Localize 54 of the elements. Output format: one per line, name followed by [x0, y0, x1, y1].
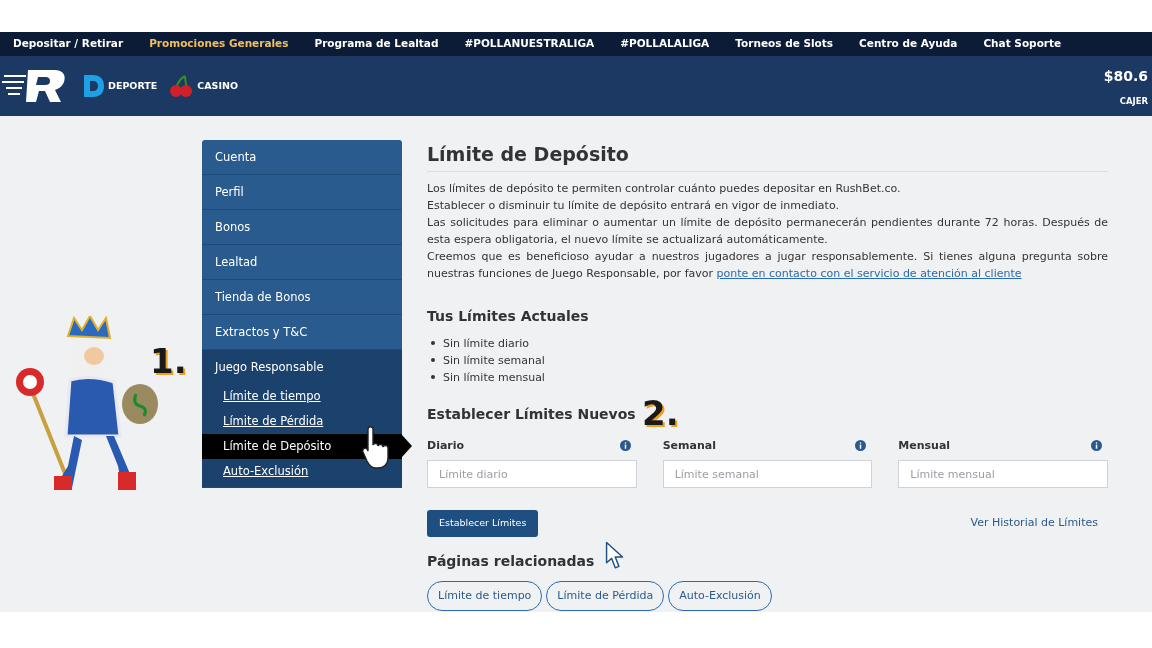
nav-link[interactable]: Torneos de Slots [735, 36, 834, 52]
nav-link[interactable]: Chat Soporte [983, 36, 1062, 52]
history-link[interactable]: Ver Historial de Límites [970, 515, 1098, 532]
sidebar-item[interactable]: Tienda de Bonos [202, 280, 402, 314]
limit-status: Sin límite mensual [443, 369, 545, 386]
section-heading: Páginas relacionadas [427, 552, 595, 571]
sidebar-item[interactable]: Extractos y T&C [202, 315, 402, 349]
cashier-link[interactable]: CAJER [1119, 95, 1148, 108]
sidebar-subitem[interactable]: Límite de Pérdida [202, 409, 402, 434]
product-link[interactable]: CASINO [169, 74, 238, 98]
nav-link[interactable]: Programa de Lealtad [314, 36, 439, 52]
sidebar-subitem[interactable]: Límite de tiempo [202, 384, 402, 409]
nav-link[interactable]: Depositar / Retirar [13, 36, 124, 52]
sidebar-item[interactable]: Bonos [202, 210, 402, 244]
bullet-icon [431, 375, 435, 379]
bullet-icon [431, 341, 435, 345]
limit-status: Sin límite semanal [443, 352, 545, 369]
info-icon[interactable] [855, 440, 867, 452]
field-label: Semanal [662, 437, 716, 454]
logo-icon [2, 68, 68, 104]
description-text: Creemos que es beneficioso ayudar a nuestros jugadores a jugar responsablemente. Si tienes alguna pregunta sobre nuestras funciones de Juego Responsable, por favor ponte en contacto con el servicio de atención al cliente [427, 248, 1108, 282]
limit-status: Sin límite diario [443, 335, 530, 352]
description-text: Las solicitudes para eliminar o aumentar un límite de depósito permanecerán pendientes durante 72 horas. Después de esta espera obligatoria, el nuevo límite se actualizará automáticamente. [427, 214, 1108, 248]
nav-link[interactable]: #POLLALALIGA [620, 36, 710, 52]
set-limits-button[interactable]: Establecer Límites [427, 510, 539, 537]
sidebar-item[interactable]: Cuenta [202, 140, 402, 174]
sidebar-item[interactable]: Perfil [202, 175, 402, 209]
letter-d-icon [84, 75, 104, 97]
sidebar-subitem[interactable]: Auto-Exclusión [202, 459, 402, 484]
sidebar-item[interactable]: Juego Responsable [202, 350, 402, 384]
info-icon[interactable] [619, 440, 631, 452]
balance-amount: $80.6 [1103, 67, 1148, 87]
contact-link[interactable]: ponte en contacto con el servicio de atención al cliente [716, 266, 1022, 280]
field-label: Diario [427, 437, 465, 454]
description-text: Los límites de depósito te permiten controlar cuánto puedes depositar en RushBet.co. [427, 180, 902, 197]
field-label: Mensual [898, 437, 951, 454]
step-number: 1. [150, 340, 187, 383]
product-link[interactable]: DEPORTE [84, 75, 158, 97]
sidebar-item[interactable]: Lealtad [202, 245, 402, 279]
step-number: 2. [642, 391, 679, 435]
limit-input-field[interactable]: Límite semanal [662, 460, 873, 488]
bullet-icon [431, 358, 435, 362]
nav-link[interactable]: Centro de Ayuda [859, 36, 958, 52]
section-heading: Tus Límites Actuales [427, 306, 590, 326]
info-icon[interactable] [1091, 440, 1102, 452]
cherries-icon [169, 74, 194, 98]
nav-link[interactable]: Promociones Generales [149, 36, 289, 52]
selection-pointer-icon [402, 435, 412, 457]
nav-link[interactable]: #POLLANUESTRALIGA [464, 36, 595, 52]
description-text: Establecer o disminuir tu límite de depósito entrará en vigor de inmediato. [427, 197, 840, 214]
section-heading: Establecer Límites Nuevos [427, 404, 636, 424]
page-title: Límite de Depósito [427, 140, 1108, 172]
limit-input-field[interactable]: Límite diario [427, 460, 637, 488]
limit-input-field[interactable]: Límite mensual [898, 460, 1108, 488]
